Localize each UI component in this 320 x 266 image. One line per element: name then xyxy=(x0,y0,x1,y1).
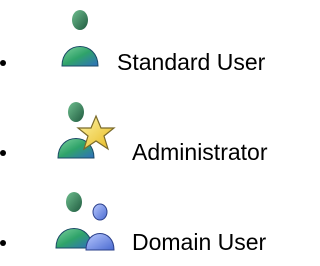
list-item-label: Administrator xyxy=(132,139,268,165)
bullet-icon xyxy=(0,60,6,66)
bullet-icon xyxy=(0,240,6,246)
list-item-standard-user: Standard User xyxy=(0,8,314,78)
admin-user-icon xyxy=(50,98,120,168)
list-item-domain-user: Domain User xyxy=(0,188,314,258)
bullet-icon xyxy=(0,150,6,156)
list-item-label: Standard User xyxy=(117,49,266,75)
user-icon xyxy=(50,8,120,78)
list-item-label: Domain User xyxy=(132,229,267,255)
list-item-administrator: Administrator xyxy=(0,98,314,168)
domain-user-icon xyxy=(50,188,120,258)
